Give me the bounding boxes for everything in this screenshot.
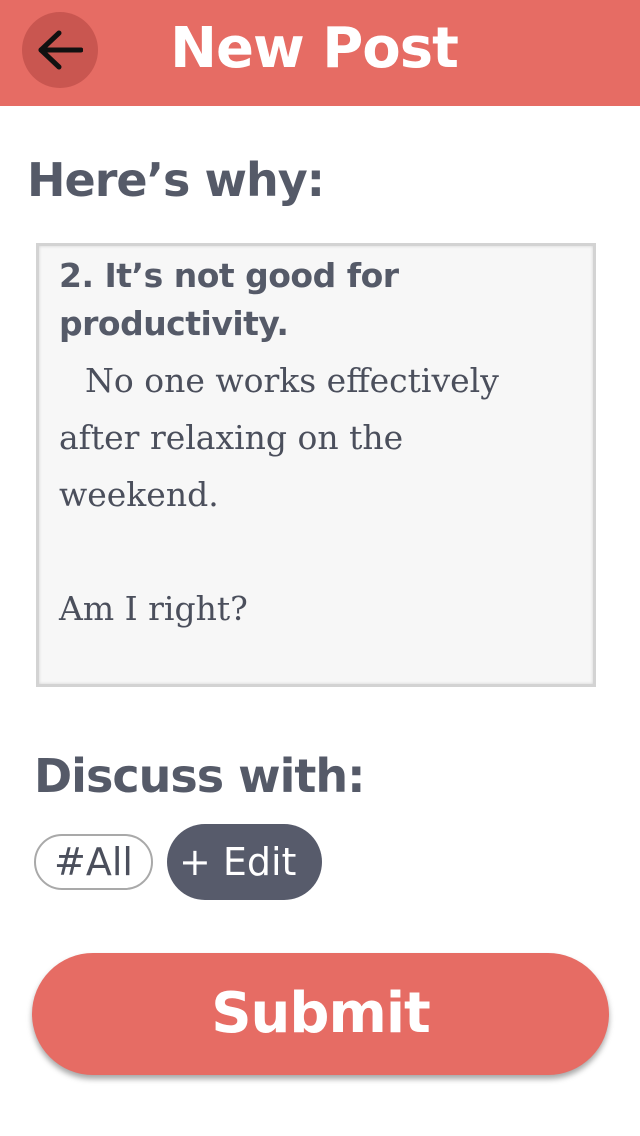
edit-tags-button[interactable]: + Edit (166, 824, 323, 900)
page-title: New Post (170, 16, 459, 81)
tag-list: #All + Edit (34, 824, 323, 900)
post-closing-text: Am I right? (59, 589, 248, 628)
post-subheading-line1: 2. It’s not good for (59, 256, 399, 295)
post-subheading-line2: productivity. (59, 304, 289, 343)
post-body-text: No one works effectively after relaxing … (59, 361, 499, 514)
post-content-box[interactable]: 2. It’s not good for productivity. No on… (36, 243, 596, 687)
app-header: New Post (0, 0, 640, 106)
discuss-heading: Discuss with: (34, 749, 366, 803)
tag-all-chip[interactable]: #All (34, 834, 153, 890)
post-subheading: 2. It’s not good for productivity. (59, 252, 573, 348)
submit-button[interactable]: Submit (32, 953, 609, 1075)
why-heading: Here’s why: (27, 153, 325, 207)
